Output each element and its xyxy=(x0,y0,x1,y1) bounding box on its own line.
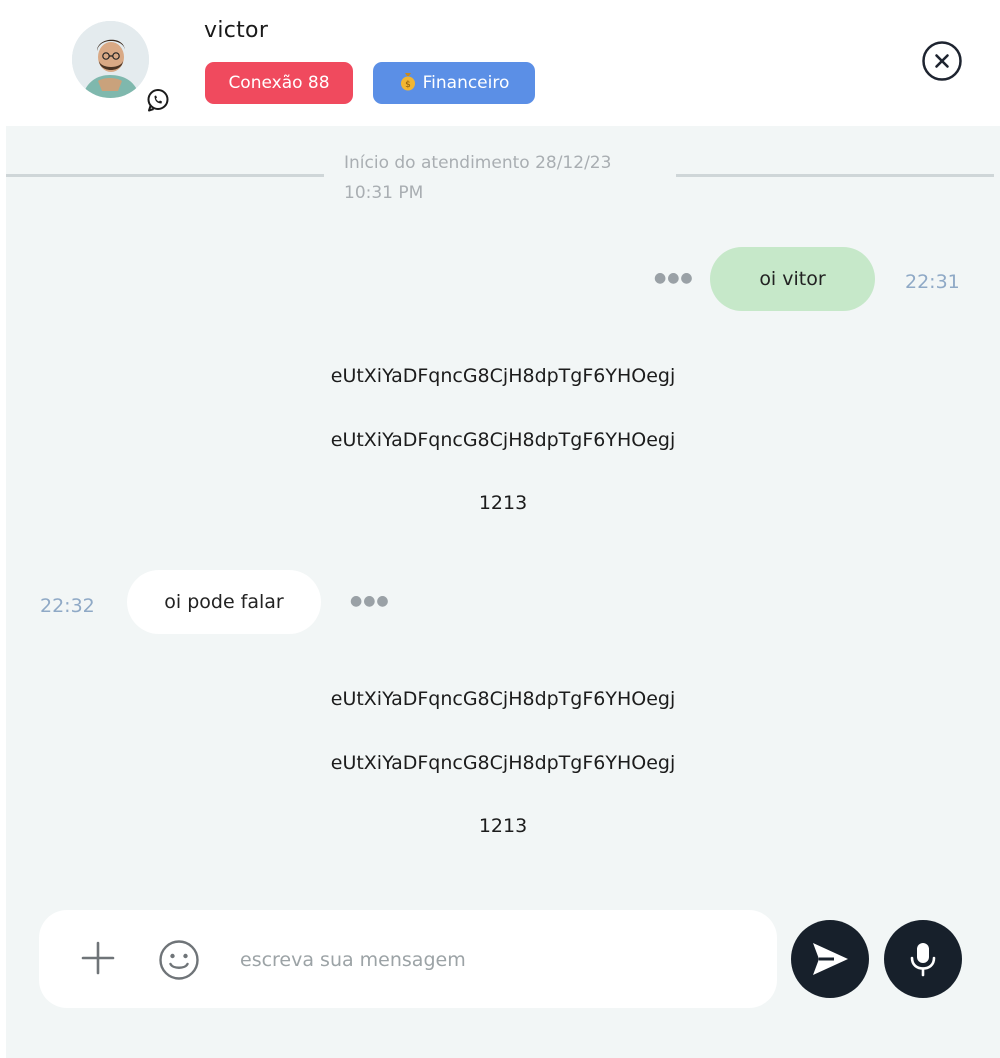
system-message-line: eUtXiYaDFqncG8CjH8dpTgF6YHOegj xyxy=(330,688,676,710)
session-start-label: Início do atendimento 28/12/23 xyxy=(344,153,612,173)
system-message-line: eUtXiYaDFqncG8CjH8dpTgF6YHOegj xyxy=(330,429,676,451)
ellipsis-icon: ●●● xyxy=(350,593,390,609)
whatsapp-icon xyxy=(143,85,172,114)
svg-text:$: $ xyxy=(405,80,411,90)
connection-tag-label: Conexão 88 xyxy=(228,73,330,93)
system-message-line: 1213 xyxy=(478,492,528,514)
microphone-button[interactable] xyxy=(884,920,962,998)
session-start-time: 10:31 PM xyxy=(344,183,424,203)
ellipsis-icon: ●●● xyxy=(654,270,694,286)
avatar-image xyxy=(72,21,149,98)
message-options-button[interactable]: ●●● xyxy=(350,593,390,609)
system-message-line: 1213 xyxy=(478,815,528,837)
department-tag-label: Financeiro xyxy=(422,73,510,93)
contact-name: victor xyxy=(204,18,269,43)
message-options-button[interactable]: ●●● xyxy=(654,270,694,286)
money-bag-icon: $ xyxy=(399,71,417,96)
system-message-line: eUtXiYaDFqncG8CjH8dpTgF6YHOegj xyxy=(330,365,676,387)
outgoing-message-bubble[interactable]: oi vitor xyxy=(710,247,875,311)
attach-button[interactable] xyxy=(78,938,118,978)
microphone-icon xyxy=(910,943,936,977)
avatar[interactable] xyxy=(72,21,149,98)
divider-line-left xyxy=(6,174,324,177)
system-message-line: eUtXiYaDFqncG8CjH8dpTgF6YHOegj xyxy=(330,752,676,774)
close-button[interactable] xyxy=(921,40,963,82)
session-start-divider: Início do atendimento 28/12/23 10:31 PM xyxy=(344,148,674,208)
connection-tag: Conexão 88 xyxy=(205,62,353,104)
divider-line-right xyxy=(676,174,994,177)
message-text: oi vitor xyxy=(759,268,826,290)
chat-header: victor Conexão 88 $ Financeiro xyxy=(0,0,1000,126)
send-icon xyxy=(813,943,848,975)
plus-icon xyxy=(81,941,115,975)
department-tag: $ Financeiro xyxy=(373,62,535,104)
incoming-message-bubble[interactable]: oi pode falar xyxy=(127,570,321,634)
message-text: oi pode falar xyxy=(164,591,284,613)
smiley-icon xyxy=(159,940,199,980)
send-button[interactable] xyxy=(791,920,869,998)
close-circle-icon xyxy=(922,41,962,81)
message-time: 22:31 xyxy=(905,271,960,293)
message-input[interactable] xyxy=(240,940,760,980)
message-time: 22:32 xyxy=(40,595,95,617)
emoji-button[interactable] xyxy=(157,938,201,982)
